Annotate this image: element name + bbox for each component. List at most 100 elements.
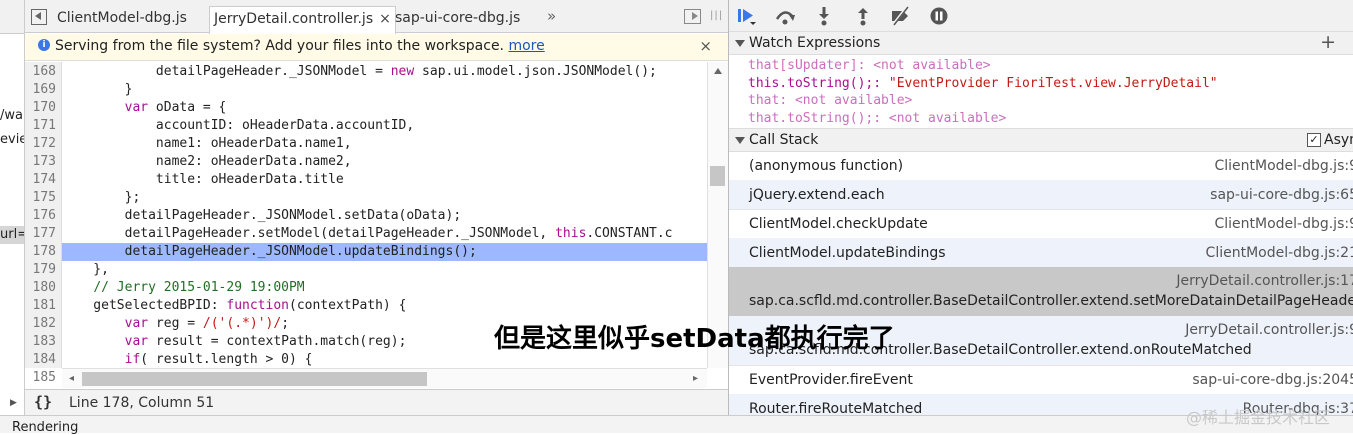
close-infobar-icon[interactable]: × <box>699 37 712 55</box>
add-watch-icon[interactable]: + <box>1320 31 1336 53</box>
line-number[interactable]: 174 <box>33 171 56 189</box>
line-number[interactable]: 181 <box>33 297 56 315</box>
watch-value: <not available> <box>794 93 913 108</box>
call-frame-function: ClientModel.checkUpdate <box>749 216 928 232</box>
line-number[interactable]: 184 <box>33 351 56 369</box>
call-frame[interactable]: jQuery.extend.each sap-ui-core-dbg.js:65 <box>729 180 1353 210</box>
line-number[interactable]: 172 <box>33 135 56 153</box>
line-number[interactable]: 177 <box>33 225 56 243</box>
step-into-icon[interactable] <box>813 6 835 26</box>
scrollbar-thumb[interactable] <box>82 372 427 386</box>
call-frame[interactable]: ClientModel.checkUpdate ClientModel-dbg.j… <box>729 209 1353 239</box>
infobar-message: Serving from the file system? Add your f… <box>55 38 545 54</box>
call-frame-location[interactable]: ClientModel-dbg.js:9 <box>1214 158 1353 174</box>
resume-icon[interactable] <box>736 6 758 26</box>
code-line[interactable]: name1: oHeaderData.name1, <box>62 135 707 153</box>
toggle-debugger-icon[interactable] <box>684 9 701 24</box>
watch-item[interactable]: that[sUpdater]: <not available> <box>748 57 991 74</box>
code-line[interactable]: detailPageHeader.setModel(detailPageHead… <box>62 225 707 243</box>
line-number[interactable]: 173 <box>33 153 56 171</box>
call-frame-location[interactable]: sap-ui-core-dbg.js:2045 <box>1192 372 1353 388</box>
more-tabs-icon[interactable]: » <box>547 7 556 25</box>
watch-expressions-header[interactable]: Watch Expressions + <box>729 31 1353 55</box>
code-line[interactable]: // Jerry 2015-01-29 19:00PM <box>62 279 707 297</box>
line-number-gutter[interactable]: 168 169 170 171 172 173 174 175 176 177 178 179 180 1… <box>25 62 62 385</box>
line-number[interactable]: 183 <box>33 333 56 351</box>
tab-clientmodel[interactable]: ClientModel-dbg.js <box>53 6 191 33</box>
scroll-left-icon[interactable]: ◂ <box>69 373 74 384</box>
left-tabstrip <box>0 0 24 34</box>
code-line-paused[interactable]: detailPageHeader._JSONModel.updateBindin… <box>62 243 707 261</box>
code-token: new <box>390 64 415 79</box>
watch-value: <not available> <box>873 58 991 73</box>
code-line[interactable]: title: oHeaderData.title <box>62 171 707 189</box>
code-token: // Jerry 2015-01-29 19:00PM <box>93 280 305 295</box>
tab-sap-ui-core[interactable]: sap-ui-core-dbg.js <box>391 6 524 33</box>
call-frame-function: Router.fireRouteMatched <box>749 401 923 415</box>
call-frame-location[interactable]: sap-ui-core-dbg.js:65 <box>1210 187 1353 203</box>
scroll-right-icon[interactable]: ▸ <box>693 373 698 384</box>
step-over-icon[interactable] <box>774 6 796 26</box>
line-number[interactable]: 168 <box>33 63 56 81</box>
line-number[interactable]: 169 <box>33 81 56 99</box>
collapse-triangle-icon[interactable] <box>735 40 745 47</box>
watch-item[interactable]: that.toString();: <not available> <box>748 110 1006 127</box>
line-number[interactable]: 170 <box>33 99 56 117</box>
async-checkbox[interactable]: ✓ <box>1307 133 1321 147</box>
call-frame[interactable]: sap.ca.scfld.md.controller.BaseDetailCon… <box>729 267 1353 317</box>
scrollbar-thumb[interactable] <box>710 166 725 186</box>
watermark: @稀土掘金技术社区 <box>1186 408 1331 427</box>
code-token: detailPageHeader._JSONModel.setData(oDat… <box>62 208 462 223</box>
code-token: if <box>124 352 141 367</box>
watch-value: <not available> <box>888 110 1007 126</box>
collapse-triangle-icon[interactable] <box>735 137 745 144</box>
grip-icon[interactable]: ||| <box>710 10 723 21</box>
line-number[interactable]: 176 <box>33 207 56 225</box>
call-frame[interactable]: ClientModel.updateBindings ClientModel-db… <box>729 238 1353 268</box>
watch-item[interactable]: that: <not available> <box>748 92 912 109</box>
pretty-print-button[interactable]: {} <box>34 393 52 411</box>
pause-on-exceptions-icon[interactable] <box>928 6 950 26</box>
code-line[interactable]: detailPageHeader._JSONModel.setData(oDat… <box>62 207 707 225</box>
code-line[interactable]: detailPageHeader._JSONModel = new sap.ui… <box>62 63 707 81</box>
call-stack-header[interactable]: Call Stack ✓ Async <box>729 128 1353 152</box>
line-number[interactable]: 180 <box>33 279 56 297</box>
code-line[interactable]: } <box>62 81 707 99</box>
horizontal-scrollbar[interactable]: ◂ ▸ <box>62 368 707 388</box>
call-frame-location[interactable]: JerryDetail.controller.js:17 <box>1176 273 1353 289</box>
code-line[interactable]: accountID: oHeaderData.accountID, <box>62 117 707 135</box>
close-icon[interactable]: × <box>379 11 391 27</box>
call-frame-location[interactable]: JerryDetail.controller.js:9 <box>1185 322 1353 338</box>
code-line[interactable]: var oData = { <box>62 99 707 117</box>
scroll-up-icon[interactable] <box>714 68 722 74</box>
call-frame-function: (anonymous function) <box>749 158 904 174</box>
line-number[interactable]: 182 <box>33 315 56 333</box>
watch-item[interactable]: this.toString();: "EventProvider FioriTe… <box>748 75 1218 92</box>
call-frame[interactable]: EventProvider.fireEvent sap-ui-core-dbg.j… <box>729 365 1353 395</box>
code-line[interactable]: }, <box>62 261 707 279</box>
watch-separator: : <box>779 93 795 108</box>
code-token: (contextPath) { <box>289 298 407 313</box>
line-number[interactable]: 175 <box>33 189 56 207</box>
line-number[interactable]: 171 <box>33 117 56 135</box>
call-frame-location[interactable]: ClientModel-dbg.js:9 <box>1214 216 1353 232</box>
more-link[interactable]: more <box>508 38 544 54</box>
editor-status-bar: {} Line 178, Column 51 <box>25 389 728 415</box>
code-line[interactable]: }; <box>62 189 707 207</box>
line-number[interactable]: 178 <box>33 243 56 261</box>
call-frame[interactable]: (anonymous function) ClientModel-dbg.js:9 <box>729 151 1353 181</box>
watch-expression: that[sUpdater] <box>748 58 858 73</box>
line-number[interactable]: 185 <box>33 369 56 387</box>
deactivate-breakpoints-icon[interactable] <box>889 6 911 26</box>
left-expand-arrow-icon[interactable]: ▶ <box>10 398 17 408</box>
navigator-toggle-icon[interactable] <box>31 9 47 25</box>
code-line[interactable]: name2: oHeaderData.name2, <box>62 153 707 171</box>
line-number[interactable]: 179 <box>33 261 56 279</box>
code-line[interactable]: getSelectedBPID: function(contextPath) { <box>62 297 707 315</box>
tab-jerrydetail[interactable]: JerryDetail.controller.js × <box>209 6 396 34</box>
editor-tabbar: ClientModel-dbg.js JerryDetail.controlle… <box>25 0 728 34</box>
step-out-icon[interactable] <box>852 6 874 26</box>
code-token: .CONSTANT.c <box>586 226 673 241</box>
call-frame-location[interactable]: ClientModel-dbg.js:21 <box>1206 245 1353 261</box>
